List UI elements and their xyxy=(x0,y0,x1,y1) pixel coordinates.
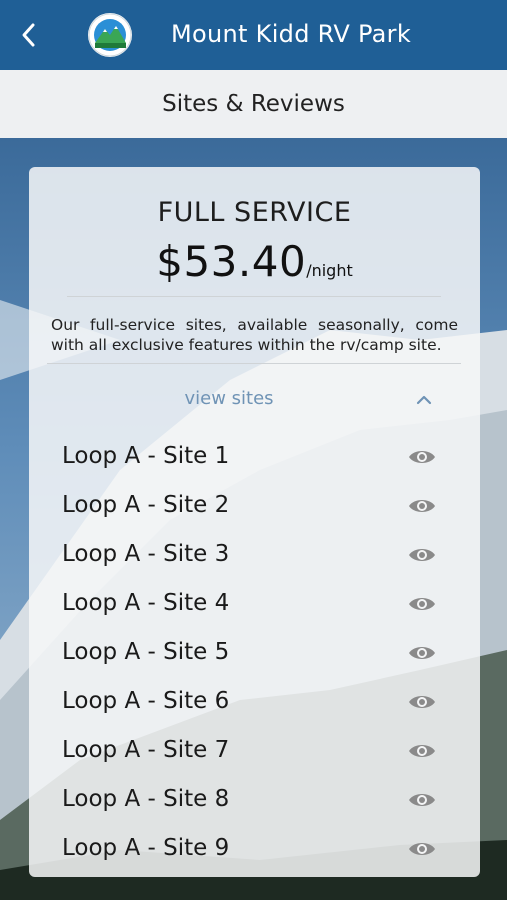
price-row: $53.40/night xyxy=(29,237,480,286)
section-title: Sites & Reviews xyxy=(162,91,345,117)
eye-icon[interactable] xyxy=(407,446,437,468)
price-value: $53.40 xyxy=(156,237,307,286)
app-header: Mount Kidd RV Park xyxy=(0,0,507,70)
site-label[interactable]: Loop A - Site 1 xyxy=(62,443,229,469)
site-label[interactable]: Loop A - Site 3 xyxy=(62,541,229,567)
eye-icon[interactable] xyxy=(407,593,437,615)
site-row[interactable]: Loop A - Site 4 xyxy=(29,580,480,629)
service-description: Our full-service sites, available season… xyxy=(51,316,458,354)
view-sites-label[interactable]: view sites xyxy=(29,388,429,409)
site-row[interactable]: Loop A - Site 7 xyxy=(29,727,480,776)
sites-list: Loop A - Site 1 Loop A - Site 2 Loop A -… xyxy=(29,433,480,874)
site-row[interactable]: Loop A - Site 5 xyxy=(29,629,480,678)
service-card: FULL SERVICE $53.40/night Our full-servi… xyxy=(29,167,480,877)
eye-icon[interactable] xyxy=(407,544,437,566)
divider xyxy=(67,296,441,297)
site-label[interactable]: Loop A - Site 4 xyxy=(62,590,229,616)
site-row[interactable]: Loop A - Site 2 xyxy=(29,482,480,531)
price-unit: /night xyxy=(306,261,353,280)
section-header: Sites & Reviews xyxy=(0,70,507,138)
service-name: FULL SERVICE xyxy=(157,197,352,228)
site-row[interactable]: Loop A - Site 8 xyxy=(29,776,480,825)
site-row[interactable]: Loop A - Site 6 xyxy=(29,678,480,727)
park-logo xyxy=(88,13,132,57)
view-sites-toggle[interactable]: view sites xyxy=(29,385,480,415)
site-row[interactable]: Loop A - Site 9 xyxy=(29,825,480,874)
site-label[interactable]: Loop A - Site 6 xyxy=(62,688,229,714)
eye-icon[interactable] xyxy=(407,495,437,517)
divider xyxy=(47,363,461,364)
eye-icon[interactable] xyxy=(407,838,437,860)
site-label[interactable]: Loop A - Site 2 xyxy=(62,492,229,518)
site-label[interactable]: Loop A - Site 5 xyxy=(62,639,229,665)
eye-icon[interactable] xyxy=(407,740,437,762)
site-label[interactable]: Loop A - Site 8 xyxy=(62,786,229,812)
site-label[interactable]: Loop A - Site 7 xyxy=(62,737,229,763)
site-row[interactable]: Loop A - Site 1 xyxy=(29,433,480,482)
eye-icon[interactable] xyxy=(407,642,437,664)
back-button[interactable] xyxy=(14,20,44,50)
park-title: Mount Kidd RV Park xyxy=(171,20,412,48)
site-row[interactable]: Loop A - Site 3 xyxy=(29,531,480,580)
eye-icon[interactable] xyxy=(407,789,437,811)
chevron-up-icon[interactable] xyxy=(415,391,433,409)
site-label[interactable]: Loop A - Site 9 xyxy=(62,835,229,861)
eye-icon[interactable] xyxy=(407,691,437,713)
chevron-left-icon xyxy=(22,23,35,47)
